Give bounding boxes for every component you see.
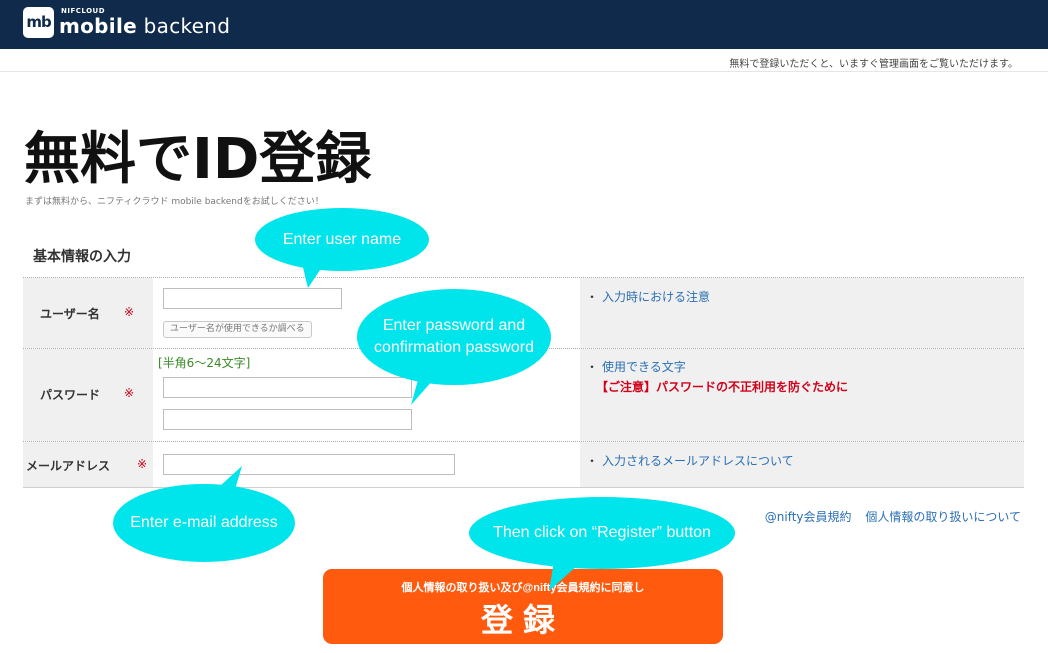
callout-username-text: Enter user name [282, 230, 402, 248]
callout-password-line2: confirmation password [373, 339, 535, 356]
password-note-link[interactable]: ・使用できる文字 [586, 358, 686, 375]
note-bullet: ・ [586, 360, 599, 374]
note-bullet: ・ [586, 454, 599, 468]
password-input[interactable] [163, 377, 412, 398]
password-note-cell: ・使用できる文字 【ご注意】パスワードの不正利用を防ぐために [580, 349, 1024, 441]
callout-register-text: Then click on “Register” button [493, 524, 711, 541]
terms-link[interactable]: @nifty会員規約 [765, 510, 852, 524]
email-label: メールアドレス [26, 459, 111, 473]
register-button[interactable]: 個人情報の取り扱い及び@nifty会員規約に同意し 登録 [323, 569, 723, 644]
username-label-cell: ユーザー名 ※ [23, 278, 153, 348]
register-consent-label: 個人情報の取り扱い及び@nifty会員規約に同意し [401, 582, 645, 594]
callout-password: Enter password and confirmation password [357, 289, 551, 385]
email-required-mark: ※ [137, 457, 148, 471]
notice-bar: 無料で登録いただくと、いますぐ管理画面をご覧いただけます。 [0, 52, 1048, 72]
email-label-cell: メールアドレス ※ [23, 442, 153, 487]
mobile-backend-logo-icon[interactable]: mb [23, 7, 54, 38]
check-username-button[interactable]: ユーザー名が使用できるか調べる [163, 321, 312, 338]
brand-name[interactable]: mobile backend [59, 14, 230, 38]
callout-username: Enter user name [255, 208, 429, 271]
page-subtitle: まずは無料から、ニフティクラウド mobile backendをお試しください！ [25, 197, 324, 207]
callout-password-line1: Enter password and [382, 317, 526, 334]
callout-email-text: Enter e-mail address [130, 514, 278, 531]
brand-name-light: backend [136, 14, 231, 38]
privacy-link[interactable]: 個人情報の取り扱いについて [865, 510, 1021, 524]
page-title: 無料でID登録 [24, 127, 372, 192]
username-required-mark: ※ [124, 305, 135, 319]
email-note-text: 入力されるメールアドレスについて [602, 454, 794, 468]
note-bullet: ・ [586, 290, 599, 304]
notice-text: 無料で登録いただくと、いますぐ管理画面をご覧いただけます。 [729, 59, 1018, 70]
footer-links: @nifty会員規約 個人情報の取り扱いについて [755, 508, 1021, 525]
callout-register: Then click on “Register” button [469, 497, 735, 569]
username-note-link[interactable]: ・入力時における注意 [586, 288, 710, 305]
password-note-text: 使用できる文字 [602, 360, 686, 374]
password-length-hint: [半角6〜24文字] [158, 356, 251, 370]
password-confirm-input[interactable] [163, 409, 412, 430]
username-note-text: 入力時における注意 [602, 290, 711, 304]
username-note-cell: ・入力時における注意 [580, 278, 1024, 348]
register-label: 登録 [480, 602, 565, 638]
brand-name-bold: mobile [59, 14, 137, 38]
email-note-link[interactable]: ・入力されるメールアドレスについて [586, 452, 794, 469]
password-required-mark: ※ [124, 386, 135, 400]
email-note-cell: ・入力されるメールアドレスについて [580, 442, 1024, 487]
section-title: 基本情報の入力 [33, 249, 131, 265]
password-label: パスワード [40, 388, 101, 402]
top-navigation-bar: mb NIFCLOUD mobile backend [0, 0, 1048, 49]
password-warning-link[interactable]: 【ご注意】パスワードの不正利用を防ぐために [596, 378, 848, 395]
username-label: ユーザー名 [40, 307, 100, 321]
password-label-cell: パスワード ※ [23, 349, 153, 441]
form-row-email: メールアドレス ※ ・入力されるメールアドレスについて [23, 442, 1024, 487]
callout-email: Enter e-mail address [113, 484, 295, 562]
